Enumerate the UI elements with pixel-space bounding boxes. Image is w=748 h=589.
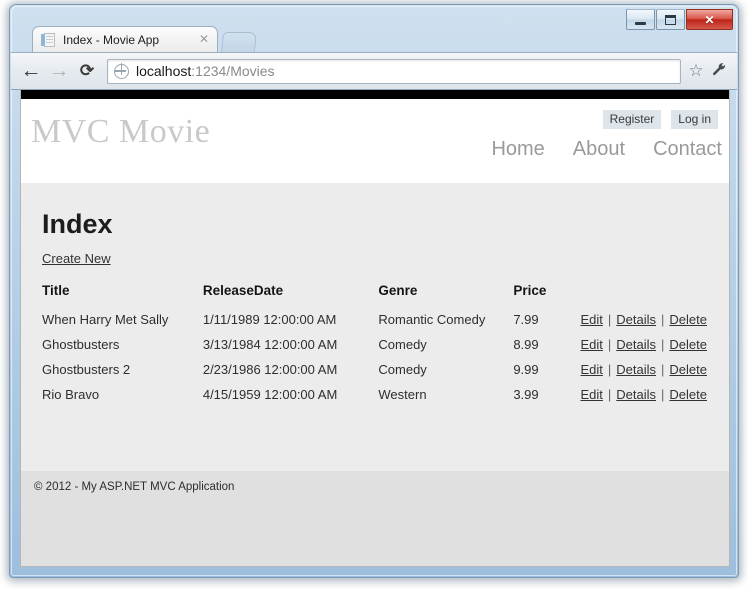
delete-link[interactable]: Delete [669, 312, 707, 327]
table-header-row: Title ReleaseDate Genre Price [42, 283, 707, 307]
browser-window: ✕ Index - Movie App ✕ ← → ⟳ localhost:12… [9, 4, 739, 578]
cell-title: Ghostbusters [42, 337, 120, 352]
desktop-background: ✕ Index - Movie App ✕ ← → ⟳ localhost:12… [0, 0, 748, 589]
url-host: localhost [136, 63, 192, 79]
footer-copyright: © 2012 - My ASP.NET MVC Application [34, 481, 235, 493]
site-header: MVC Movie Register Log in Home About Con… [20, 99, 730, 209]
main-navigation: Home About Contact [491, 137, 722, 161]
action-separator: | [607, 337, 612, 352]
nav-item-contact[interactable]: Contact [653, 137, 722, 161]
cell-title: Ghostbusters 2 [42, 362, 131, 377]
action-separator: | [607, 312, 612, 327]
cell-title: When Harry Met Sally [42, 312, 169, 327]
cell-release-date: 3/13/1984 12:00:00 AM [202, 337, 338, 352]
table-row: Rio Bravo 4/15/1959 12:00:00 AM Western … [42, 382, 707, 407]
back-icon[interactable]: ← [17, 57, 45, 85]
page-icon [41, 32, 57, 48]
cell-price: 3.99 [513, 387, 539, 402]
account-links: Register Log in [602, 110, 718, 129]
details-link[interactable]: Details [616, 362, 656, 377]
create-new-link[interactable]: Create New [42, 251, 111, 267]
bookmark-star-icon[interactable]: ☆ [685, 61, 707, 81]
maximize-icon [665, 14, 676, 25]
cell-release-date: 4/15/1959 12:00:00 AM [202, 387, 338, 402]
action-separator: | [607, 387, 612, 402]
wrench-menu-icon[interactable] [707, 62, 731, 80]
table-row: Ghostbusters 3/13/1984 12:00:00 AM Comed… [42, 332, 707, 357]
register-link[interactable]: Register [602, 110, 662, 129]
action-separator: | [661, 387, 665, 402]
column-header-actions [580, 283, 707, 307]
reload-icon[interactable]: ⟳ [73, 57, 101, 85]
nav-item-home[interactable]: Home [491, 137, 544, 161]
globe-icon [113, 63, 129, 79]
action-separator: | [661, 362, 665, 377]
tab-strip: Index - Movie App ✕ [10, 26, 738, 52]
delete-link[interactable]: Delete [669, 337, 707, 352]
cell-actions: Edit | Details | Delete [580, 307, 707, 332]
page-title: Index [42, 209, 113, 239]
cell-genre: Comedy [378, 337, 427, 352]
site-brand-logo[interactable]: MVC Movie [31, 113, 210, 151]
cell-price: 7.99 [513, 312, 539, 327]
nav-item-about[interactable]: About [573, 137, 625, 161]
column-header-genre: Genre [378, 283, 418, 298]
cell-release-date: 1/11/1989 12:00:00 AM [202, 312, 337, 327]
movies-table: Title ReleaseDate Genre Price When Harry… [42, 283, 707, 407]
page-content: Index Create New Title ReleaseDate Genre… [20, 183, 730, 471]
page-viewport: MVC Movie Register Log in Home About Con… [20, 90, 730, 567]
address-bar[interactable]: localhost:1234/Movies [107, 58, 681, 84]
site-footer: © 2012 - My ASP.NET MVC Application [20, 471, 730, 567]
cell-genre: Western [378, 387, 427, 402]
new-tab-button[interactable] [220, 32, 258, 52]
details-link[interactable]: Details [616, 387, 656, 402]
column-header-title: Title [42, 283, 70, 298]
edit-link[interactable]: Edit [580, 362, 602, 377]
cell-actions: Edit | Details | Delete [580, 382, 707, 407]
tab-title: Index - Movie App [63, 32, 160, 47]
address-bar-url: localhost:1234/Movies [136, 63, 275, 79]
cell-actions: Edit | Details | Delete [580, 357, 707, 382]
edit-link[interactable]: Edit [580, 312, 602, 327]
cell-price: 9.99 [513, 362, 539, 377]
cell-genre: Romantic Comedy [378, 312, 486, 327]
details-link[interactable]: Details [616, 312, 656, 327]
table-row: When Harry Met Sally 1/11/1989 12:00:00 … [42, 307, 707, 332]
edit-link[interactable]: Edit [580, 337, 602, 352]
delete-link[interactable]: Delete [669, 362, 707, 377]
action-separator: | [661, 312, 665, 327]
column-header-releasedate: ReleaseDate [202, 283, 284, 298]
close-tab-icon[interactable]: ✕ [197, 32, 211, 47]
cell-title: Rio Bravo [42, 387, 100, 402]
browser-toolbar: ← → ⟳ localhost:1234/Movies ☆ [11, 52, 737, 90]
tab-index-movie-app[interactable]: Index - Movie App ✕ [32, 26, 218, 52]
cell-release-date: 2/23/1986 12:00:00 AM [202, 362, 338, 377]
column-header-price: Price [513, 283, 547, 298]
close-icon: ✕ [704, 12, 715, 27]
forward-icon[interactable]: → [45, 57, 73, 85]
table-row: Ghostbusters 2 2/23/1986 12:00:00 AM Com… [42, 357, 707, 382]
delete-link[interactable]: Delete [669, 387, 707, 402]
login-link[interactable]: Log in [671, 110, 718, 129]
site-top-black-bar [20, 90, 730, 99]
cell-genre: Comedy [378, 362, 427, 377]
cell-actions: Edit | Details | Delete [580, 332, 707, 357]
url-path: :1234/Movies [191, 63, 275, 79]
action-separator: | [661, 337, 665, 352]
details-link[interactable]: Details [616, 337, 656, 352]
minimize-icon [635, 21, 646, 25]
action-separator: | [607, 362, 612, 377]
cell-price: 8.99 [513, 337, 539, 352]
movies-table-body: When Harry Met Sally 1/11/1989 12:00:00 … [42, 307, 707, 407]
edit-link[interactable]: Edit [580, 387, 602, 402]
